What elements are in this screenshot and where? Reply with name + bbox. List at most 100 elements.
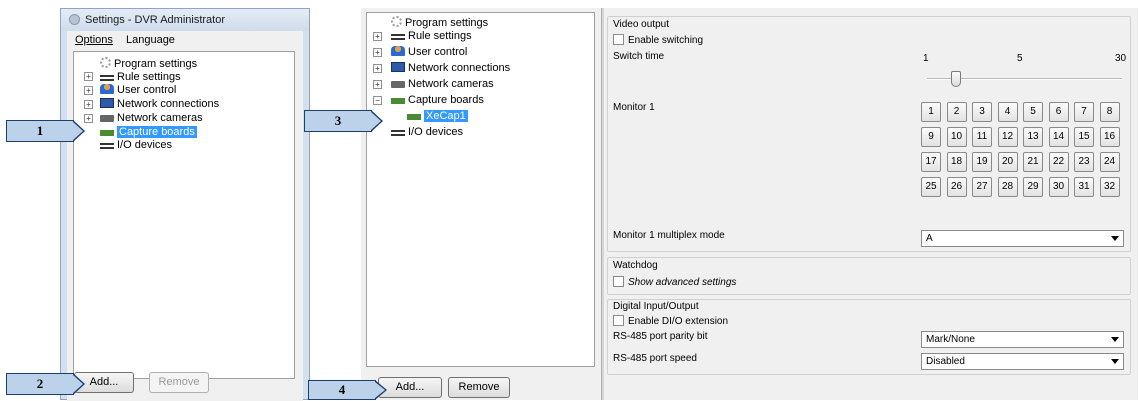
monitor-button[interactable]: 22: [1048, 152, 1069, 172]
monitor-button[interactable]: 13: [1023, 127, 1043, 147]
expand-toggle[interactable]: +: [84, 86, 93, 95]
tree-item-user-control[interactable]: User control: [100, 83, 176, 97]
monitor-button[interactable]: 1: [921, 102, 941, 122]
callout-4: 4: [308, 380, 387, 400]
monitor-button[interactable]: 15: [1074, 127, 1094, 147]
settings-tree: Program settings + Rule settings + User …: [366, 12, 595, 367]
window-titlebar: Settings - DVR Administrator: [61, 9, 309, 31]
tree-item-rule-settings[interactable]: Rule settings: [100, 70, 181, 84]
monitor-button[interactable]: 4: [997, 102, 1018, 122]
tree-item-network-cameras[interactable]: Network cameras: [391, 77, 494, 91]
tree-item-network-cameras[interactable]: Network cameras: [100, 111, 203, 125]
tree-item-capture-boards[interactable]: Capture boards: [391, 93, 484, 107]
monitor-button[interactable]: 14: [1048, 127, 1069, 147]
monitor-button[interactable]: 18: [946, 152, 967, 172]
monitor-button[interactable]: 17: [921, 152, 941, 172]
monitor-button[interactable]: 12: [997, 127, 1018, 147]
monitor-button[interactable]: 2: [946, 102, 967, 122]
monitor-button[interactable]: 19: [972, 152, 992, 172]
expand-toggle[interactable]: +: [84, 72, 93, 81]
callout-2: 2: [6, 373, 85, 395]
multiplex-mode-label: Monitor 1 multiplex mode: [613, 230, 725, 241]
monitor-button[interactable]: 25: [921, 177, 941, 197]
menubar: Options Language: [67, 31, 303, 49]
monitor-button[interactable]: 23: [1074, 152, 1094, 172]
tree-item-user-control[interactable]: User control: [391, 45, 467, 59]
board-icon: [391, 98, 405, 104]
monitor-button[interactable]: 24: [1099, 152, 1120, 172]
slider-tick-min: 1: [923, 53, 929, 64]
window-title: Settings - DVR Administrator: [85, 14, 225, 26]
settings-tree: Program settings + Rule settings + User …: [73, 51, 295, 379]
expand-toggle[interactable]: +: [373, 80, 382, 89]
monitor-button[interactable]: 8: [1099, 102, 1120, 122]
monitor-button[interactable]: 26: [946, 177, 967, 197]
monitor-button[interactable]: 9: [921, 127, 941, 147]
checkbox-box[interactable]: [613, 34, 624, 45]
checkbox-box[interactable]: [613, 315, 624, 326]
tree-item-network-connections[interactable]: Network connections: [391, 61, 510, 75]
monitor-button[interactable]: 20: [997, 152, 1018, 172]
expand-toggle[interactable]: +: [84, 100, 93, 109]
tree-item-capture-boards[interactable]: Capture boards: [100, 125, 197, 139]
gear-icon: [391, 16, 402, 27]
menu-language[interactable]: Language: [126, 34, 175, 46]
parity-dropdown[interactable]: Mark/None: [921, 331, 1124, 348]
monitor-button[interactable]: 3: [972, 102, 992, 122]
slider-tick-max: 30: [1115, 53, 1127, 64]
monitor-button[interactable]: 30: [1048, 177, 1069, 197]
board-icon: [407, 114, 421, 120]
tree-item-program-settings[interactable]: Program settings: [391, 16, 488, 30]
remove-button[interactable]: Remove: [448, 377, 510, 398]
callout-3: 3: [304, 110, 383, 132]
arrows-icon: [391, 34, 405, 40]
monitor-button[interactable]: 21: [1023, 152, 1043, 172]
settings-window-left: Settings - DVR Administrator Options Lan…: [60, 8, 310, 401]
monitor-button[interactable]: 29: [1023, 177, 1043, 197]
video-output-label: Video output: [613, 19, 669, 30]
tree-item-rule-settings[interactable]: Rule settings: [391, 29, 472, 43]
expand-toggle[interactable]: +: [373, 64, 382, 73]
watchdog-label: Watchdog: [613, 260, 658, 271]
tree-item-io-devices[interactable]: I/O devices: [391, 125, 463, 139]
tree-item-io-devices[interactable]: I/O devices: [100, 138, 172, 152]
enable-dio-checkbox[interactable]: Enable DI/O extension: [613, 315, 728, 327]
expand-toggle[interactable]: +: [373, 32, 382, 41]
monitor-button[interactable]: 32: [1099, 177, 1120, 197]
arrows-icon: [100, 143, 114, 149]
monitor-icon: [391, 62, 405, 72]
monitor-button[interactable]: 28: [997, 177, 1018, 197]
gear-icon: [100, 57, 111, 68]
expand-toggle[interactable]: +: [373, 48, 382, 57]
switch-time-slider-thumb[interactable]: [951, 71, 961, 87]
port-speed-dropdown[interactable]: Disabled: [921, 353, 1124, 370]
monitor-button[interactable]: 7: [1074, 102, 1094, 122]
monitor-button[interactable]: 27: [972, 177, 992, 197]
callout-1: 1: [6, 120, 85, 142]
remove-button: Remove: [149, 372, 209, 393]
monitor-button[interactable]: 10: [946, 127, 967, 147]
arrows-icon: [391, 130, 405, 136]
board-icon: [100, 130, 114, 136]
add-button[interactable]: Add...: [378, 377, 442, 398]
user-icon: [391, 46, 405, 56]
monitor-button[interactable]: 6: [1048, 102, 1069, 122]
chevron-down-icon: [1111, 359, 1119, 364]
checkbox-box[interactable]: [613, 276, 624, 287]
tree-item-program-settings[interactable]: Program settings: [100, 57, 197, 71]
digital-io-label: Digital Input/Output: [613, 301, 699, 312]
monitor-button[interactable]: 31: [1074, 177, 1094, 197]
monitor-button[interactable]: 16: [1099, 127, 1120, 147]
multiplex-mode-dropdown[interactable]: A: [921, 230, 1124, 247]
tree-item-xecap1[interactable]: XeCap1: [407, 109, 468, 123]
pane-divider[interactable]: [601, 8, 604, 400]
collapse-toggle[interactable]: −: [373, 96, 382, 105]
show-advanced-checkbox[interactable]: Show advanced settings: [613, 276, 736, 288]
monitor-button[interactable]: 11: [972, 127, 992, 147]
monitor-button[interactable]: 5: [1023, 102, 1043, 122]
tree-item-network-connections[interactable]: Network connections: [100, 97, 219, 111]
enable-switching-checkbox[interactable]: Enable switching: [613, 34, 703, 46]
camera-icon: [391, 81, 405, 88]
expand-toggle[interactable]: +: [84, 114, 93, 123]
menu-options[interactable]: Options: [75, 34, 113, 46]
